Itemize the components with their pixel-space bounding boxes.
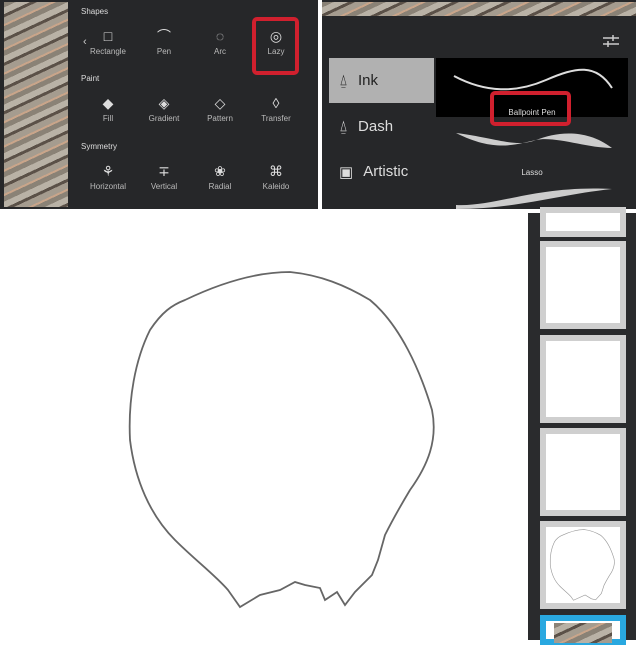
layer-thumbnail-selected[interactable]: [540, 615, 626, 645]
background-photo: [4, 2, 68, 207]
section-symmetry: Symmetry: [81, 142, 117, 151]
settings-sliders-icon[interactable]: [602, 34, 620, 48]
category-artistic[interactable]: ▣ Artistic: [329, 149, 434, 194]
section-paint: Paint: [81, 74, 100, 83]
tools-panel: Shapes Paint Symmetry ‹ □ Rectangle ⌒ Pen …: [0, 0, 318, 209]
tool-horizontal[interactable]: ⚘ Horizontal: [80, 160, 136, 191]
vertical-symmetry-icon: ∓: [158, 163, 170, 179]
tool-arc[interactable]: ◌ Arc: [192, 25, 248, 56]
pattern-icon: ◇: [214, 95, 226, 111]
layer-thumbnail-drawing[interactable]: [540, 521, 626, 609]
tool-gradient[interactable]: ◈ Gradient: [136, 92, 192, 123]
photo-thumbnail: [554, 623, 612, 643]
drawing-thumbnail: [549, 529, 615, 601]
fill-icon: ◆: [102, 95, 114, 111]
arc-icon: ◌: [215, 28, 225, 44]
layer-thumbnail[interactable]: [540, 428, 626, 516]
drawing-canvas[interactable]: [0, 213, 527, 640]
layer-thumbnail[interactable]: [540, 335, 626, 423]
highlight-box: [252, 17, 299, 75]
tool-radial[interactable]: ❀ Radial: [192, 160, 248, 191]
tool-vertical[interactable]: ∓ Vertical: [136, 160, 192, 191]
rectangle-icon: □: [103, 28, 113, 44]
section-shapes: Shapes: [81, 7, 109, 16]
lasso-stroke-preview: [456, 133, 612, 148]
kaleido-icon: ⌘: [269, 163, 283, 179]
tool-pen[interactable]: ⌒ Pen: [136, 25, 192, 56]
pen-curve-icon: ⌒: [157, 28, 171, 44]
layer-thumbnail[interactable]: [540, 207, 626, 237]
brush-preview[interactable]: [436, 185, 628, 209]
tool-rectangle[interactable]: □ Rectangle: [80, 25, 136, 56]
background-photo: [322, 2, 636, 16]
gradient-icon: ◈: [158, 95, 170, 111]
tool-pattern[interactable]: ◇ Pattern: [192, 92, 248, 123]
brush-lasso[interactable]: Lasso: [436, 118, 628, 177]
transfer-icon: ◊: [272, 95, 280, 111]
category-ink[interactable]: ⍙ Ink: [329, 58, 434, 103]
drawn-outline: [128, 271, 435, 609]
tool-fill[interactable]: ◆ Fill: [80, 92, 136, 123]
dash-icon: ⍙: [339, 118, 349, 135]
ink-icon: ⍙: [339, 72, 349, 89]
brush-panel: ⍙ Ink ⍙ Dash ▣ Artistic Ballpoint Pen Lasso: [322, 0, 636, 209]
artistic-icon: ▣: [339, 163, 354, 181]
tool-kaleido[interactable]: ⌘ Kaleido: [248, 160, 304, 191]
category-dash[interactable]: ⍙ Dash: [329, 104, 434, 149]
layers-strip: [528, 207, 636, 645]
tool-transfer[interactable]: ◊ Transfer: [248, 92, 304, 123]
layer-thumbnail[interactable]: [540, 241, 626, 329]
horizontal-symmetry-icon: ⚘: [101, 163, 115, 179]
radial-symmetry-icon: ❀: [214, 163, 226, 179]
